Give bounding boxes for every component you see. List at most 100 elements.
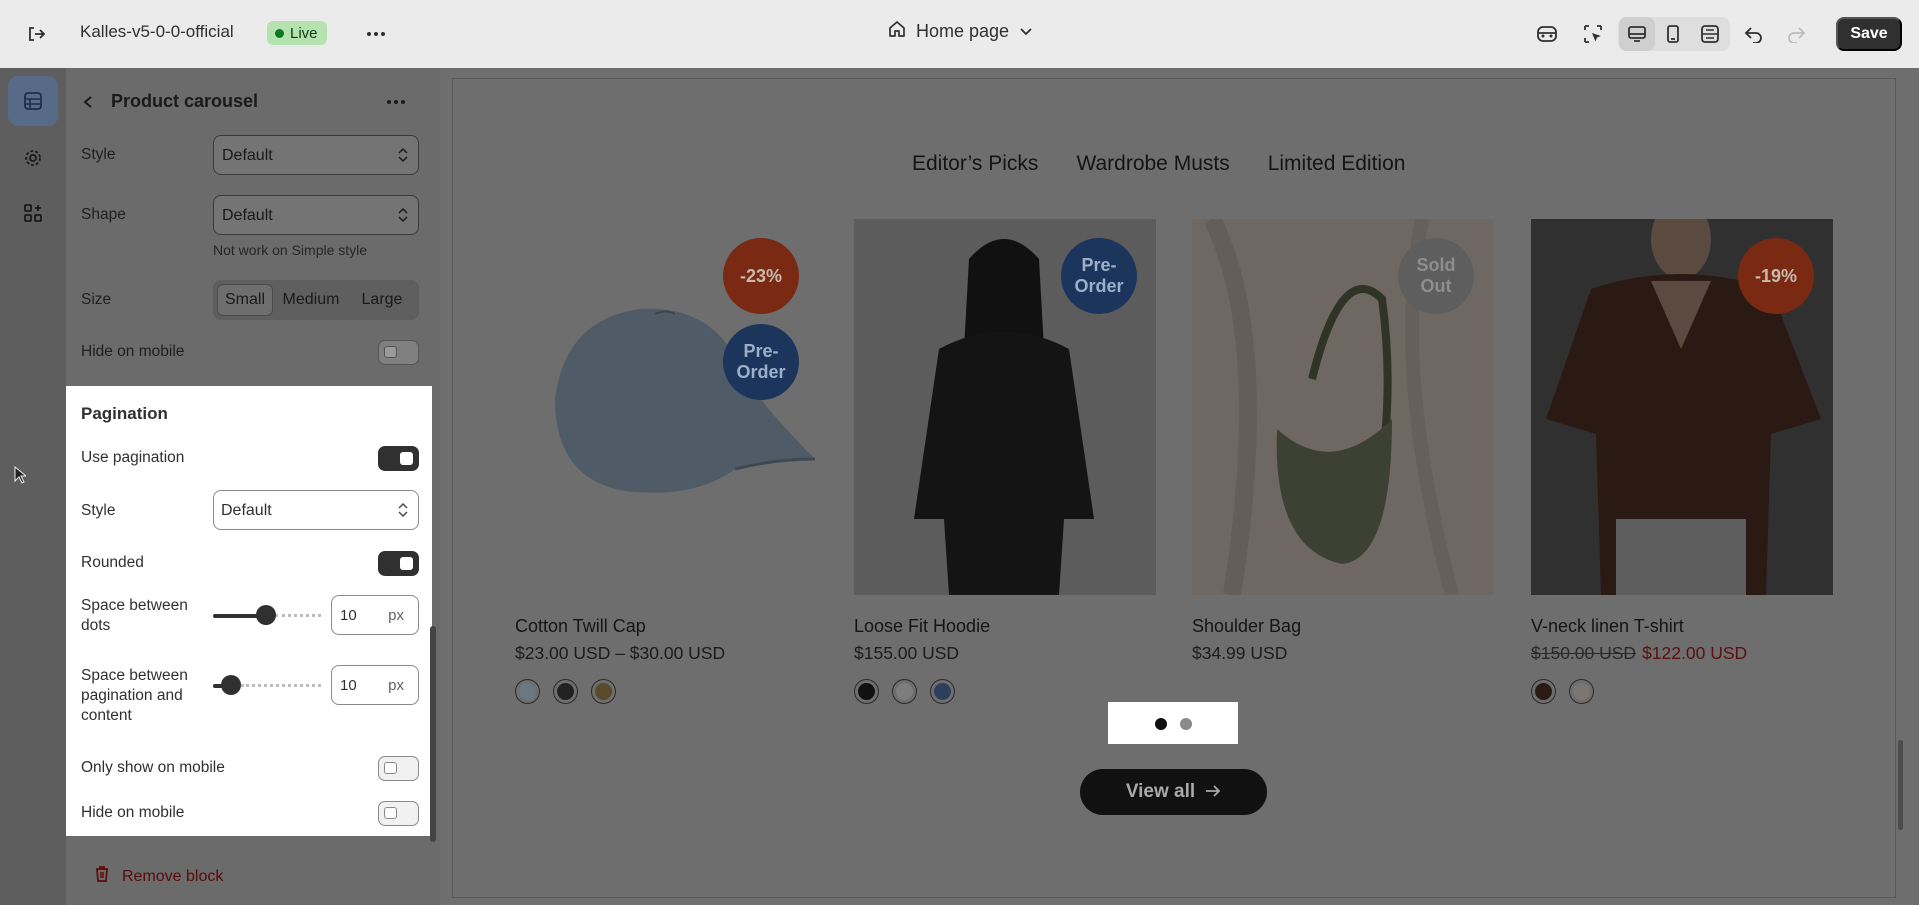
product-card[interactable]: Pre- Order Loose Fit Hoodie $155.00 USD — [854, 219, 1156, 704]
product-card[interactable]: Sold Out Shoulder Bag $34.99 USD — [1192, 219, 1494, 663]
settings-icon[interactable] — [8, 133, 58, 183]
sold-out-badge: Sold Out — [1398, 238, 1474, 314]
preview-scrollbar[interactable] — [1898, 740, 1903, 830]
panel-scrollbar[interactable] — [430, 626, 436, 842]
dots-space-unit: px — [388, 607, 404, 624]
arrow-right-icon — [1205, 781, 1221, 803]
pagination-dots — [1108, 702, 1238, 744]
home-icon — [888, 20, 906, 43]
dots-space-value: 10 — [340, 607, 357, 624]
product-name[interactable]: Cotton Twill Cap — [515, 616, 646, 637]
only-mobile-toggle[interactable] — [378, 756, 419, 781]
select-arrows-icon — [398, 502, 408, 518]
color-swatches — [1531, 679, 1594, 704]
pagination-dot-1[interactable] — [1155, 718, 1167, 730]
mobile-icon[interactable] — [1655, 17, 1691, 51]
product-name[interactable]: Shoulder Bag — [1192, 616, 1301, 637]
trash-icon — [94, 865, 110, 888]
product-name[interactable]: Loose Fit Hoodie — [854, 616, 990, 637]
live-status-badge: Live — [267, 21, 327, 45]
sections-icon[interactable] — [8, 76, 58, 126]
product-image[interactable]: Pre- Order — [854, 219, 1156, 595]
use-pagination-toggle[interactable] — [378, 446, 419, 471]
shape-select[interactable]: Default — [213, 195, 419, 235]
view-all-label: View all — [1125, 781, 1196, 802]
mouse-cursor-icon — [14, 465, 28, 489]
content-space-label: Space between pagination and content — [81, 667, 188, 724]
fullwidth-icon[interactable] — [1692, 17, 1728, 51]
remove-block-button[interactable]: Remove block — [94, 865, 223, 888]
product-card[interactable]: -19% V-neck linen T-shirt $150.00 USD $12… — [1531, 219, 1833, 704]
pagination-title: Pagination — [81, 404, 168, 423]
dots-space-input[interactable]: 10 px — [331, 595, 419, 635]
product-image[interactable]: -19% — [1531, 219, 1833, 595]
shape-select-value: Default — [222, 207, 273, 224]
swatch-blue[interactable] — [930, 679, 955, 704]
discount-badge: -19% — [1738, 238, 1814, 314]
hide-mobile-toggle[interactable] — [378, 340, 419, 365]
product-name[interactable]: V-neck linen T-shirt — [1531, 616, 1684, 637]
pagination-style-value: Default — [221, 502, 272, 519]
size-medium-option[interactable]: Medium — [275, 284, 347, 316]
content-space-unit: px — [388, 677, 404, 694]
save-button[interactable]: Save — [1836, 17, 1902, 51]
swatch-black[interactable] — [553, 679, 578, 704]
dots-space-label: Space between dots — [81, 597, 188, 634]
product-price: $34.99 USD — [1192, 643, 1288, 663]
remove-block-label: Remove block — [122, 867, 224, 885]
swatch-black[interactable] — [854, 679, 879, 704]
apps-icon[interactable] — [8, 188, 58, 238]
more-icon[interactable] — [364, 22, 388, 46]
exit-icon[interactable] — [24, 22, 48, 46]
select-arrows-icon — [398, 207, 408, 223]
pagination-dot-2[interactable] — [1180, 718, 1192, 730]
dots-space-slider[interactable] — [213, 605, 321, 625]
swatch-white[interactable] — [892, 679, 917, 704]
rounded-toggle[interactable] — [378, 551, 419, 576]
tab-wardrobe-musts[interactable]: Wardrobe Musts — [1076, 152, 1229, 176]
slider-thumb[interactable] — [221, 675, 241, 695]
rounded-label: Rounded — [81, 554, 144, 571]
size-large-option[interactable]: Large — [349, 284, 415, 316]
swatch-khaki[interactable] — [591, 679, 616, 704]
redo-icon[interactable] — [1784, 22, 1808, 46]
sale-price: $122.00 USD — [1642, 643, 1748, 663]
product-image[interactable]: Sold Out — [1192, 219, 1494, 595]
more-icon[interactable] — [384, 92, 408, 112]
product-image[interactable]: -23% Pre- Order — [515, 219, 817, 595]
back-icon[interactable] — [78, 92, 98, 112]
page-selector[interactable]: Home page — [888, 20, 1033, 43]
chevron-down-icon — [1019, 21, 1033, 42]
product-price: $155.00 USD — [854, 643, 960, 663]
preorder-badge: Pre- Order — [723, 324, 799, 400]
size-segmented-control: Small Medium Large — [213, 280, 419, 320]
live-dot-icon — [275, 28, 284, 38]
size-label: Size — [81, 291, 112, 308]
pagination-hide-mobile-toggle[interactable] — [378, 801, 419, 826]
swatch-white[interactable] — [1569, 679, 1594, 704]
swatch-light-blue[interactable] — [515, 679, 540, 704]
inspector-icon[interactable] — [1580, 22, 1606, 46]
content-space-slider[interactable] — [213, 675, 321, 695]
pagination-hide-mobile-label: Hide on mobile — [81, 804, 185, 821]
product-card[interactable]: -23% Pre- Order Cotton Twill Cap $23.00 … — [515, 219, 817, 704]
only-mobile-label: Only show on mobile — [81, 759, 225, 776]
desktop-icon[interactable] — [1619, 17, 1655, 51]
select-arrows-icon — [398, 147, 408, 163]
shape-label: Shape — [81, 206, 126, 223]
hide-mobile-label: Hide on mobile — [81, 343, 185, 360]
slider-thumb[interactable] — [256, 605, 276, 625]
content-space-input[interactable]: 10 px — [331, 665, 419, 705]
view-all-button[interactable]: View all — [1080, 769, 1267, 815]
style-select[interactable]: Default — [213, 135, 419, 175]
preview-icon[interactable] — [1534, 22, 1560, 46]
pagination-style-select[interactable]: Default — [213, 490, 419, 530]
top-bar: Kalles-v5-0-0-official Live Home page Sa… — [0, 0, 1919, 68]
tab-editors-picks[interactable]: Editor’s Picks — [912, 152, 1038, 176]
use-pagination-label: Use pagination — [81, 449, 185, 466]
size-small-option[interactable]: Small — [217, 284, 273, 316]
left-rail — [0, 68, 66, 905]
tab-limited-edition[interactable]: Limited Edition — [1268, 152, 1406, 176]
undo-icon[interactable] — [1742, 22, 1766, 46]
swatch-brown[interactable] — [1531, 679, 1556, 704]
